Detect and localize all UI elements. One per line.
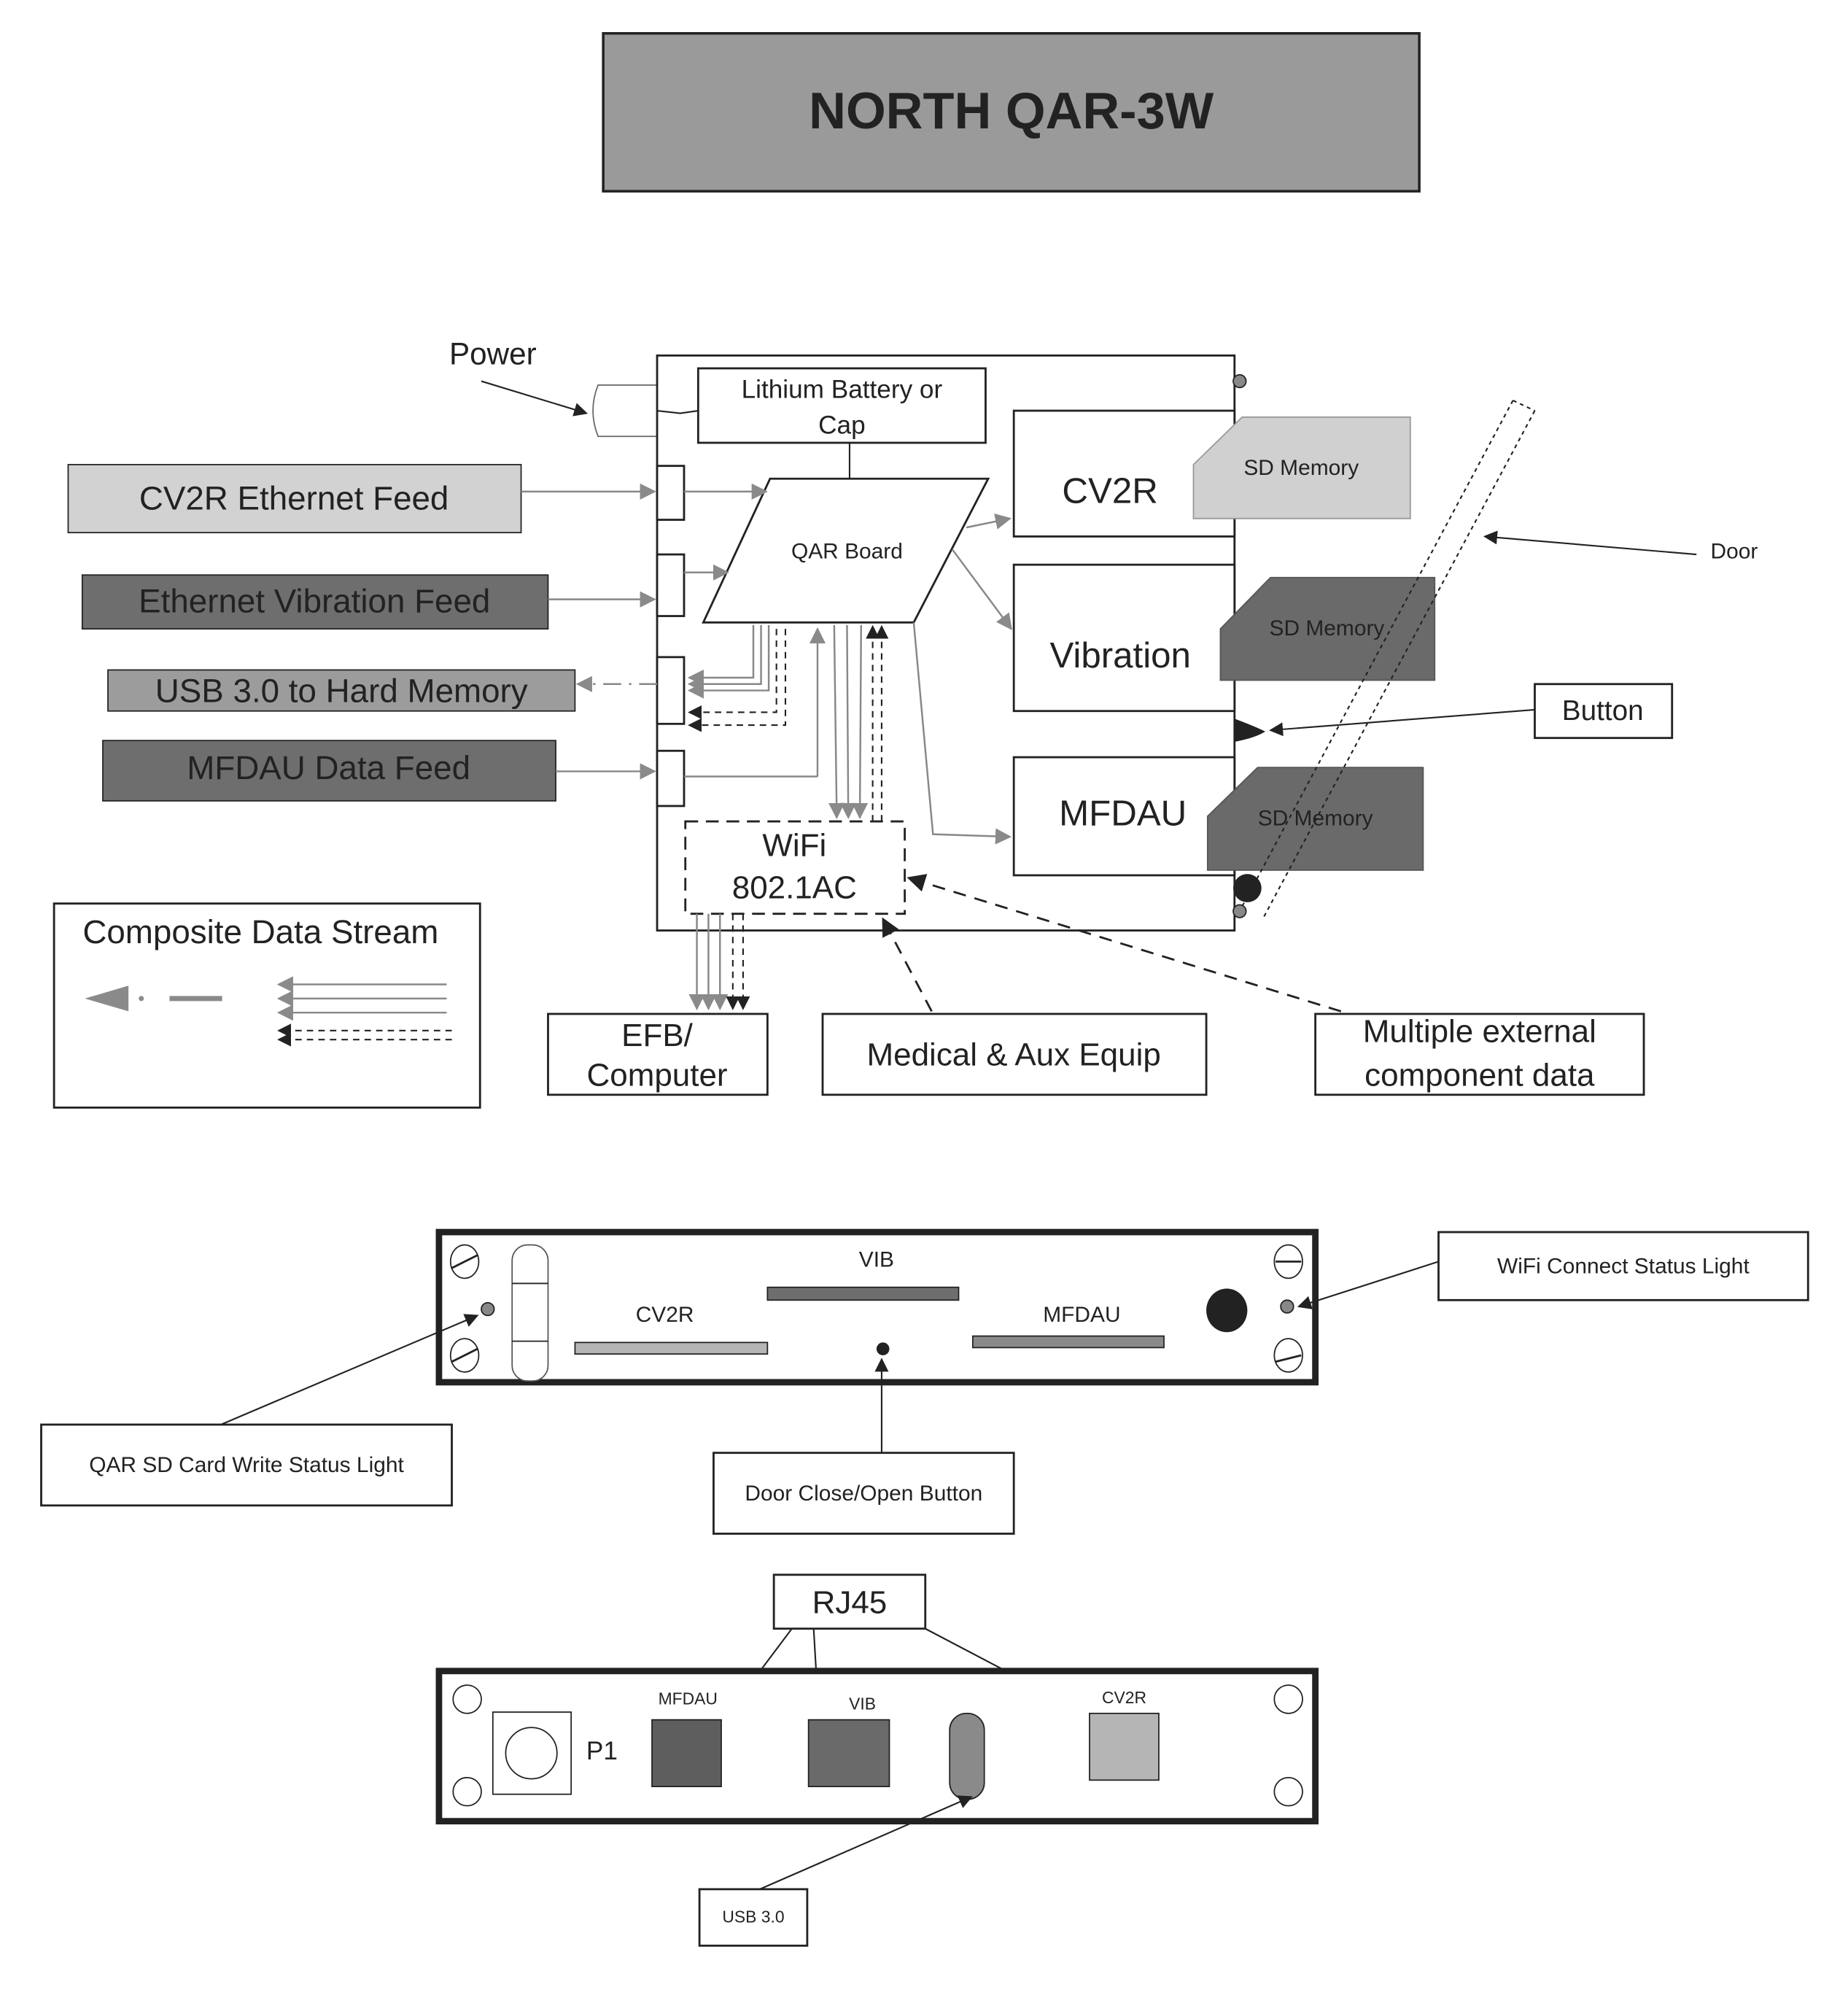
feed-ethernet-vibration: Ethernet Vibration Feed (81, 574, 549, 630)
qar-diagram: NORTH QAR-3W Power Lithium Battery or Ca… (40, 31, 1809, 1947)
module-vibration: Vibration (1012, 563, 1236, 713)
slot-cv2r (574, 1341, 769, 1355)
qar-board-label: QAR Board (791, 539, 903, 563)
sd-card-vibration: SD Memory (1219, 576, 1436, 681)
mount-hole-icon (1273, 1684, 1303, 1714)
front-panel: VIB CV2R MFDAU (435, 1228, 1319, 1386)
svg-text:MFDAU Data Feed: MFDAU Data Feed (187, 749, 470, 786)
port-cv2r (656, 465, 686, 521)
back-panel: P1 MFDAU VIB CV2R (435, 1668, 1319, 1825)
power-arrow (481, 380, 589, 417)
svg-text:CV2R: CV2R (1102, 1688, 1146, 1707)
rj45-port-cv2r (1089, 1712, 1160, 1781)
svg-text:MFDAU: MFDAU (659, 1689, 718, 1708)
status-light-icon-2 (1232, 904, 1247, 918)
door-label: Door (1711, 539, 1758, 563)
external-medical-aux: Medical & Aux Equip (821, 1012, 1208, 1096)
status-light-icon (1232, 373, 1247, 389)
svg-text:MFDAU: MFDAU (1043, 1303, 1120, 1327)
svg-text:Ethernet Vibration Feed: Ethernet Vibration Feed (139, 582, 490, 619)
mount-hole-icon (452, 1776, 482, 1807)
port-usb (656, 656, 686, 725)
feed-usb-hard-memory: USB 3.0 to Hard Memory (107, 669, 576, 712)
legend: Composite Data Stream (53, 902, 481, 1109)
sd-write-callout-label: QAR SD Card Write Status Light (89, 1453, 404, 1477)
door-button-icon (1234, 719, 1266, 742)
feed-cv2r-ethernet: CV2R Ethernet Feed (67, 464, 522, 534)
door-hinge (511, 1244, 549, 1382)
feed-mfdau-data: MFDAU Data Feed (102, 740, 556, 802)
mount-hole-icon (452, 1684, 482, 1714)
svg-text:SD Memory: SD Memory (1243, 456, 1359, 480)
wifi-label-2: 802.1AC (732, 870, 857, 906)
svg-text:Vibration: Vibration (1049, 635, 1191, 675)
wifi-antenna-icon (1206, 1288, 1248, 1333)
sd-card-mfdau: SD Memory (1206, 767, 1424, 871)
sd-card-cv2r: SD Memory (1192, 416, 1411, 519)
mount-hole-icon (1273, 1776, 1303, 1807)
svg-text:CV2R: CV2R (1062, 471, 1157, 511)
wifi-label-1: WiFi (762, 828, 826, 864)
wifi-light-callout-label: WiFi Connect Status Light (1497, 1254, 1750, 1278)
svg-text:CV2R: CV2R (636, 1303, 694, 1327)
rj45-port-mfdau (651, 1719, 722, 1788)
svg-text:Medical & Aux Equip: Medical & Aux Equip (867, 1037, 1161, 1072)
external-multiple-components: Multiple external component data (1314, 1012, 1645, 1096)
svg-text:component data: component data (1364, 1057, 1595, 1093)
page-title: NORTH QAR-3W (809, 82, 1214, 139)
battery-label-1: Lithium Battery or (742, 375, 943, 403)
door-button-icon (876, 1342, 890, 1355)
power-connector-icon (592, 384, 658, 438)
rj45-port-vib (807, 1719, 890, 1788)
svg-text:CV2R Ethernet Feed: CV2R Ethernet Feed (139, 479, 449, 516)
svg-text:VIB: VIB (859, 1248, 894, 1272)
slot-vib (766, 1286, 960, 1301)
sd-write-light-icon (481, 1301, 495, 1317)
svg-text:Computer: Computer (587, 1057, 728, 1093)
button-callout-label: Button (1562, 695, 1644, 727)
module-mfdau: MFDAU (1012, 756, 1236, 877)
external-efb-computer: EFB/ Computer (547, 1012, 769, 1096)
port-mfdau (656, 749, 686, 808)
svg-text:USB 3.0 to Hard Memory: USB 3.0 to Hard Memory (155, 672, 528, 709)
rj45-label: RJ45 (812, 1585, 888, 1621)
door-hinge-icon (1233, 874, 1262, 902)
svg-text:EFB/: EFB/ (621, 1018, 694, 1053)
slot-mfdau (971, 1335, 1165, 1349)
door-button-callout-label: Door Close/Open Button (745, 1482, 982, 1506)
svg-text:SD Memory: SD Memory (1270, 616, 1385, 640)
legend-title: Composite Data Stream (82, 913, 438, 950)
power-label: Power (449, 337, 537, 371)
svg-text:Multiple external: Multiple external (1363, 1014, 1596, 1050)
title-banner: NORTH QAR-3W (602, 31, 1421, 193)
svg-text:SD Memory: SD Memory (1258, 806, 1373, 830)
svg-text:VIB: VIB (849, 1695, 876, 1713)
port-vib (656, 553, 686, 617)
usb-callout-label: USB 3.0 (722, 1908, 784, 1926)
svg-text:MFDAU: MFDAU (1059, 793, 1187, 833)
battery-label-2: Cap (818, 411, 866, 440)
svg-text:P1: P1 (586, 1737, 618, 1765)
wifi-light-icon (1280, 1299, 1294, 1314)
usb-port (949, 1712, 985, 1800)
